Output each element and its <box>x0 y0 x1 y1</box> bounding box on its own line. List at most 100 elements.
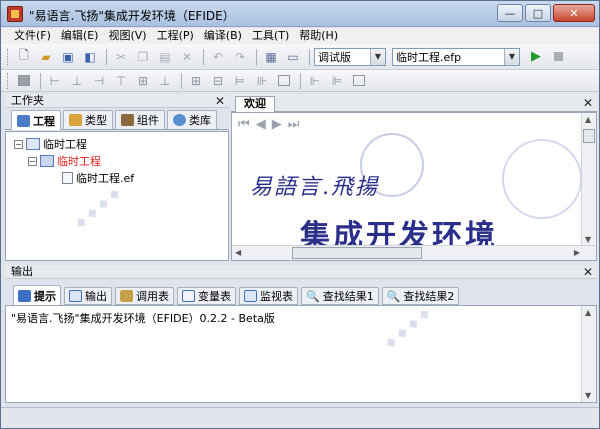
editor-tab-bar: 欢迎 ✕ <box>231 94 597 112</box>
tab-component[interactable]: 组件 <box>115 110 165 129</box>
scroll-down-icon[interactable]: ▼ <box>585 235 591 244</box>
workspace-header: 工作夹 ✕ <box>5 94 229 108</box>
menu-file[interactable]: 文件(F) <box>9 28 56 44</box>
cut-icon[interactable]: ✂ <box>111 48 131 66</box>
output-text-area[interactable]: "易语言.飞扬"集成开发环境（EFIDE）0.2.2 - Beta版 ▲ ▼ <box>5 305 597 403</box>
align-middle-icon[interactable]: ⊞ <box>133 72 153 90</box>
center-vertical-icon[interactable]: ⊟ <box>208 72 228 90</box>
menu-project[interactable]: 工程(P) <box>152 28 199 44</box>
toolbar-grip[interactable] <box>7 48 10 65</box>
window-controls: — □ ✕ <box>497 4 595 22</box>
menu-tools[interactable]: 工具(T) <box>247 28 294 44</box>
delete-icon[interactable]: ✕ <box>177 48 197 66</box>
source-file-icon <box>62 172 73 184</box>
paste-icon[interactable]: ▤ <box>155 48 175 66</box>
undo-icon[interactable]: ↶ <box>208 48 228 66</box>
close-icon[interactable]: ✕ <box>583 96 593 110</box>
run-icon[interactable]: ▶ <box>526 48 546 66</box>
save-icon[interactable]: ▣ <box>58 48 78 66</box>
scroll-down-icon[interactable]: ▼ <box>585 391 591 400</box>
last-icon[interactable]: ⏭ <box>288 117 300 132</box>
project-select[interactable]: 临时工程.efp ▼ <box>392 47 520 66</box>
toolbar-grip[interactable] <box>7 72 10 89</box>
close-icon[interactable]: ✕ <box>583 265 593 279</box>
open-folder-icon[interactable]: ▰ <box>36 48 56 66</box>
horizontal-scrollbar[interactable]: ◀ ▶ <box>232 245 596 260</box>
close-icon[interactable]: ✕ <box>215 94 225 108</box>
align-grid-icon[interactable] <box>14 72 34 90</box>
scroll-thumb[interactable] <box>292 247 422 259</box>
build-config-value: 调试版 <box>318 50 351 64</box>
space-down-icon[interactable]: ⊫ <box>327 72 347 90</box>
dragon-ornament-icon <box>502 139 582 219</box>
toolbar-separator <box>300 72 301 89</box>
align-center-icon[interactable]: ⊥ <box>67 72 87 90</box>
forward-icon[interactable]: ▶ <box>272 117 282 132</box>
logo-text: 易語言.飛揚 <box>250 175 379 200</box>
same-height-icon[interactable]: ⊪ <box>252 72 272 90</box>
tab-watch[interactable]: 监视表 <box>239 287 298 305</box>
collapse-icon[interactable]: − <box>28 156 37 166</box>
welcome-panel: 欢迎 ✕ ⏮ ◀ ▶ ⏭ 易語言.飛揚 集成开发环境 ▲ ▼ ◀ ▶ <box>231 94 597 261</box>
tree-node-label: 临时工程 <box>57 155 101 168</box>
layout-icon[interactable]: ▦ <box>261 48 281 66</box>
tab-project[interactable]: 工程 <box>11 110 61 130</box>
redo-icon[interactable]: ↷ <box>230 48 250 66</box>
scroll-right-icon[interactable]: ▶ <box>574 248 580 257</box>
variables-icon <box>182 290 195 302</box>
same-size-icon[interactable] <box>274 72 294 90</box>
menu-view[interactable]: 视图(V) <box>103 28 151 44</box>
align-left-icon[interactable]: ⊢ <box>45 72 65 90</box>
tab-variables[interactable]: 变量表 <box>177 287 236 305</box>
back-icon[interactable]: ◀ <box>256 117 266 132</box>
workspace-tabs: 工程 类型 组件 类库 <box>5 110 229 130</box>
chevron-down-icon: ▼ <box>370 48 385 65</box>
toolbar-separator <box>309 48 310 65</box>
menu-build[interactable]: 编译(B) <box>199 28 247 44</box>
close-button[interactable]: ✕ <box>553 4 595 22</box>
tree-node-file[interactable]: 临时工程.ef <box>62 170 134 186</box>
tab-type[interactable]: 类型 <box>63 110 113 129</box>
tab-callstack[interactable]: 调用表 <box>115 287 174 305</box>
tab-find-2[interactable]: 🔍 查找结果2 <box>381 287 460 305</box>
stop-icon[interactable] <box>548 48 568 66</box>
scroll-up-icon[interactable]: ▲ <box>585 308 591 317</box>
align-right-icon[interactable]: ⊣ <box>89 72 109 90</box>
scroll-thumb[interactable] <box>583 129 595 143</box>
vertical-scrollbar[interactable]: ▲ ▼ <box>581 113 596 246</box>
menu-help[interactable]: 帮助(H) <box>294 28 343 44</box>
space-across-icon[interactable]: ⊩ <box>305 72 325 90</box>
scroll-up-icon[interactable]: ▲ <box>585 115 591 124</box>
align-bottom-icon[interactable]: ⊥ <box>155 72 175 90</box>
title-bar[interactable]: "易语言.飞扬"集成开发环境（EFIDE） — □ ✕ <box>1 1 599 27</box>
callstack-icon <box>120 290 133 302</box>
tab-hint[interactable]: 提示 <box>13 285 61 305</box>
toolbar-separator <box>40 72 41 89</box>
scroll-left-icon[interactable]: ◀ <box>235 248 241 257</box>
vertical-scrollbar[interactable]: ▲ ▼ <box>581 306 596 402</box>
output-title: 输出 <box>11 265 33 278</box>
same-width-icon[interactable]: ⊨ <box>230 72 250 90</box>
maximize-button[interactable]: □ <box>525 4 551 22</box>
menu-edit[interactable]: 编辑(E) <box>56 28 104 44</box>
copy-icon[interactable]: ❐ <box>133 48 153 66</box>
tab-order-icon[interactable] <box>349 72 369 90</box>
output-icon <box>69 290 82 302</box>
tree-node-project[interactable]: − 临时工程 <box>28 153 101 169</box>
new-file-icon[interactable]: 🗋 <box>14 48 34 66</box>
build-config-select[interactable]: 调试版 ▼ <box>314 47 386 66</box>
center-horizontal-icon[interactable]: ⊞ <box>186 72 206 90</box>
collapse-icon[interactable]: − <box>14 139 23 149</box>
standard-toolbar: 🗋 ▰ ▣ ◧ ✂ ❐ ▤ ✕ ↶ ↷ ▦ ▭ 调试版 ▼ 临时工程.efp ▼… <box>1 44 599 70</box>
save-all-icon[interactable]: ◧ <box>80 48 100 66</box>
tab-find-1[interactable]: 🔍 查找结果1 <box>301 287 379 305</box>
project-icon <box>17 114 30 127</box>
window-icon[interactable]: ▭ <box>283 48 303 66</box>
minimize-button[interactable]: — <box>497 4 523 22</box>
tab-output[interactable]: 输出 <box>64 287 112 305</box>
align-top-icon[interactable]: ⊤ <box>111 72 131 90</box>
tree-node-root[interactable]: − 临时工程 <box>14 136 87 152</box>
tab-library[interactable]: 类库 <box>167 110 217 129</box>
first-icon[interactable]: ⏮ <box>238 117 250 132</box>
tab-welcome[interactable]: 欢迎 <box>235 96 275 112</box>
